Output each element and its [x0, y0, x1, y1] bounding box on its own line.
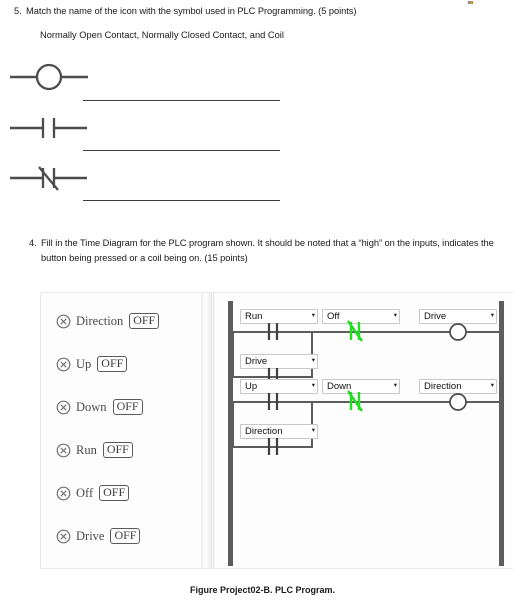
io-label: Direction	[76, 313, 124, 328]
chevron-down-icon: ▾	[311, 357, 315, 364]
io-label: Run	[76, 442, 97, 457]
x-circle-icon[interactable]	[56, 400, 71, 415]
question-4: 4. Fill in the Time Diagram for the PLC …	[15, 236, 515, 265]
io-label: Down	[76, 399, 107, 414]
question-5-subtext: Normally Open Contact, Normally Closed C…	[40, 29, 284, 40]
chevron-down-icon: ▾	[311, 382, 315, 389]
chevron-down-icon: ▾	[490, 312, 494, 319]
question-5-text: Match the name of the icon with the symb…	[26, 6, 357, 16]
chevron-down-icon: ▾	[490, 382, 494, 389]
io-status-panel: Direction OFF Up OFF Down OFF Run OFF Of…	[41, 293, 201, 568]
panel-scrollbar[interactable]	[201, 293, 212, 568]
rung-1-branch-left-wire	[232, 331, 234, 378]
io-state-badge[interactable]: OFF	[97, 356, 128, 372]
ladder-rail-right	[499, 301, 504, 566]
io-item-off[interactable]: Off OFF	[56, 483, 130, 503]
io-label: Up	[76, 356, 92, 371]
x-circle-icon[interactable]	[56, 357, 71, 372]
contact-no-rung2-up[interactable]	[262, 391, 284, 413]
plc-program-window: Direction OFF Up OFF Down OFF Run OFF Of…	[40, 292, 513, 569]
chevron-down-icon: ▾	[311, 427, 315, 434]
contact-nc-rung2-down[interactable]	[344, 390, 368, 414]
chevron-down-icon: ▾	[393, 312, 397, 319]
io-state-badge[interactable]: OFF	[129, 313, 160, 329]
x-circle-icon[interactable]	[56, 486, 71, 501]
symbol-row-coil	[0, 62, 300, 112]
io-item-direction[interactable]: Direction OFF	[56, 311, 160, 331]
question-4-number: 4.	[29, 238, 37, 248]
io-item-drive[interactable]: Drive OFF	[56, 526, 141, 546]
symbol-row-nc-contact	[0, 162, 300, 212]
io-item-down[interactable]: Down OFF	[56, 397, 143, 417]
symbol-answer-list	[0, 62, 300, 212]
x-circle-icon[interactable]	[56, 443, 71, 458]
select-value: Run	[245, 311, 263, 322]
question-4-text: Fill in the Time Diagram for the PLC pro…	[41, 238, 494, 263]
symbol-row-no-contact	[0, 112, 300, 162]
question-5: 5. Match the name of the icon with the s…	[0, 4, 525, 42]
select-value: Off	[327, 311, 340, 322]
coil-rung1-drive[interactable]	[447, 322, 469, 344]
io-state-badge[interactable]: OFF	[99, 485, 130, 501]
io-state-badge[interactable]: OFF	[110, 528, 141, 544]
x-circle-icon[interactable]	[56, 529, 71, 544]
ladder-diagram: Run ▾ Drive ▾ Off ▾ Drive ▾ Up ▾ Directi…	[213, 293, 513, 568]
chevron-down-icon: ▾	[393, 382, 397, 389]
question-5-number: 5.	[14, 6, 22, 16]
select-value: Drive	[424, 311, 447, 322]
io-label: Drive	[76, 528, 105, 543]
io-item-run[interactable]: Run OFF	[56, 440, 133, 460]
question-5-heading: 5. Match the name of the icon with the s…	[0, 4, 525, 19]
page-artifact	[468, 1, 473, 4]
io-state-badge[interactable]: OFF	[102, 442, 133, 458]
contact-no-rung1-run[interactable]	[262, 321, 284, 343]
contact-no-rung2-direction-branch[interactable]	[262, 436, 284, 458]
contact-nc-rung1-off[interactable]	[344, 320, 368, 344]
select-value: Up	[245, 381, 258, 392]
answer-line-2	[83, 150, 280, 151]
normally-open-contact-symbol	[8, 112, 90, 147]
answer-line-3	[83, 200, 280, 201]
io-item-up[interactable]: Up OFF	[56, 354, 128, 374]
rung-2-branch-left-wire	[232, 401, 234, 448]
chevron-down-icon: ▾	[311, 312, 315, 319]
answer-line-1	[83, 100, 280, 101]
normally-closed-contact-symbol	[8, 162, 90, 197]
x-circle-icon[interactable]	[56, 314, 71, 329]
io-label: Off	[76, 485, 94, 500]
question-4-heading: 4. Fill in the Time Diagram for the PLC …	[15, 236, 515, 265]
coil-rung2-direction[interactable]	[447, 392, 469, 414]
figure-caption: Figure Project02-B. PLC Program.	[189, 585, 336, 595]
coil-symbol	[8, 62, 90, 97]
io-state-badge[interactable]: OFF	[112, 399, 143, 415]
